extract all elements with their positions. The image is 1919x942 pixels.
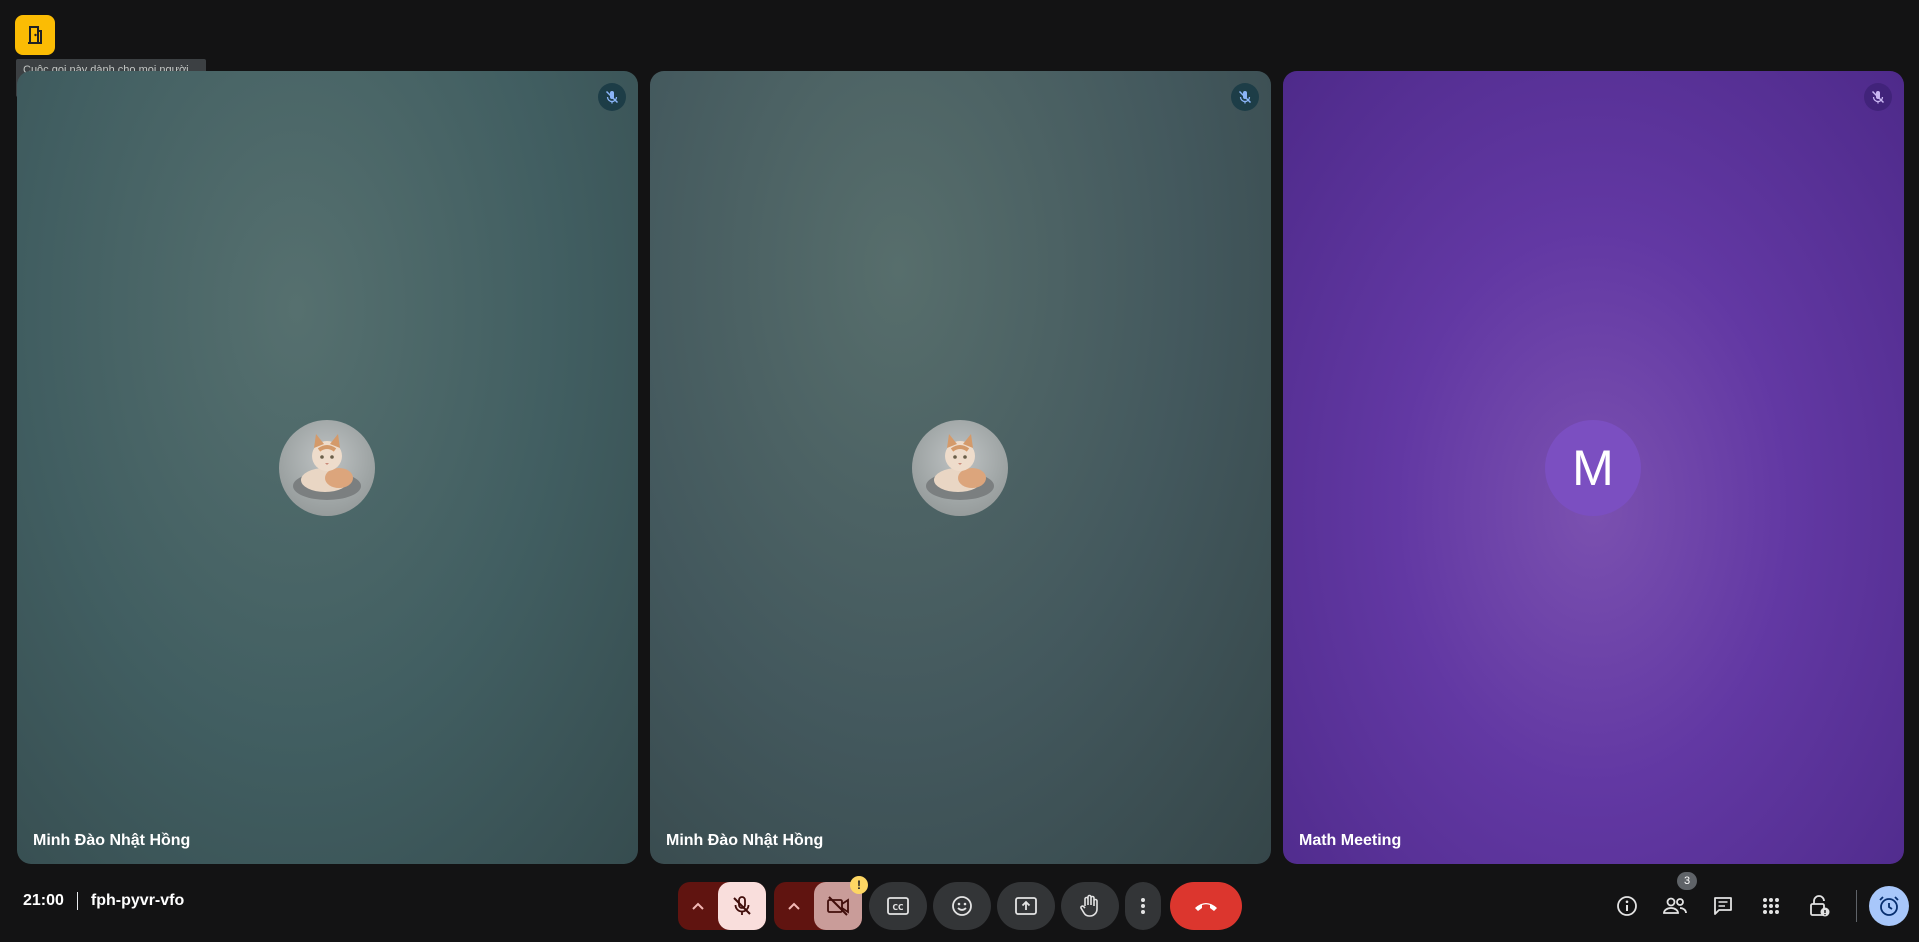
host-controls-icon (1810, 895, 1830, 917)
present-button[interactable] (997, 882, 1055, 930)
participant-tile[interactable]: M Math Meeting (1283, 71, 1904, 864)
captions-icon: CC (887, 897, 909, 915)
emoji-icon (952, 896, 972, 916)
warning-badge: ! (850, 876, 868, 894)
chat-icon (1714, 897, 1732, 915)
people-icon (1663, 897, 1687, 914)
present-screen-icon (1015, 897, 1037, 915)
svg-text:CC: CC (892, 903, 904, 912)
chevron-up-icon (692, 902, 704, 910)
info-icon (1617, 896, 1637, 916)
raise-hand-button[interactable] (1061, 882, 1119, 930)
muted-indicator-icon (1231, 83, 1259, 111)
participant-avatar: M (1545, 420, 1641, 516)
muted-indicator-icon (598, 83, 626, 111)
video-options-button[interactable] (774, 882, 814, 930)
mic-off-icon (733, 896, 751, 915)
participant-avatar (279, 420, 375, 516)
leave-call-button[interactable] (1170, 882, 1242, 930)
activities-button[interactable] (1753, 888, 1789, 924)
video-off-icon (827, 896, 849, 916)
captions-button[interactable]: CC (869, 882, 927, 930)
participant-name: Math Meeting (1299, 832, 1402, 849)
meeting-time: 21:00 (23, 892, 64, 909)
meeting-code[interactable]: fph-pyvr-vfo (91, 892, 184, 910)
participant-avatar (912, 420, 1008, 516)
door-icon (28, 26, 42, 44)
participant-tile[interactable]: Minh Đào Nhật Hồng (17, 71, 638, 864)
meeting-info: 21:00 fph-pyvr-vfo (23, 892, 184, 910)
timer-icon (1879, 896, 1899, 916)
people-count-badge: 3 (1677, 872, 1697, 890)
camera-control-group: ! (774, 876, 868, 930)
participant-name: Minh Đào Nhật Hồng (666, 832, 824, 849)
more-options-button[interactable] (1125, 882, 1161, 930)
participant-tile[interactable]: Minh Đào Nhật Hồng (650, 71, 1271, 864)
muted-indicator-icon (1864, 83, 1892, 111)
toolbar-divider (1856, 890, 1857, 922)
meeting-details-button[interactable] (1609, 888, 1645, 924)
participant-name: Minh Đào Nhật Hồng (33, 832, 191, 849)
people-button[interactable] (1657, 888, 1693, 924)
more-vert-icon (1141, 898, 1145, 914)
timer-button[interactable] (1869, 886, 1909, 926)
chat-button[interactable] (1705, 888, 1741, 924)
host-controls-button[interactable] (1801, 888, 1837, 924)
mic-control-group (678, 882, 766, 930)
camera-toggle-button[interactable]: ! (814, 876, 868, 930)
divider (76, 892, 78, 910)
mic-toggle-button[interactable] (718, 882, 766, 930)
hand-icon (1080, 894, 1098, 917)
call-end-icon (1195, 903, 1217, 911)
reactions-button[interactable] (933, 882, 991, 930)
chevron-up-icon (788, 902, 800, 910)
audio-options-button[interactable] (678, 882, 718, 930)
host-badge-button[interactable] (15, 15, 55, 55)
activities-icon (1763, 898, 1779, 914)
